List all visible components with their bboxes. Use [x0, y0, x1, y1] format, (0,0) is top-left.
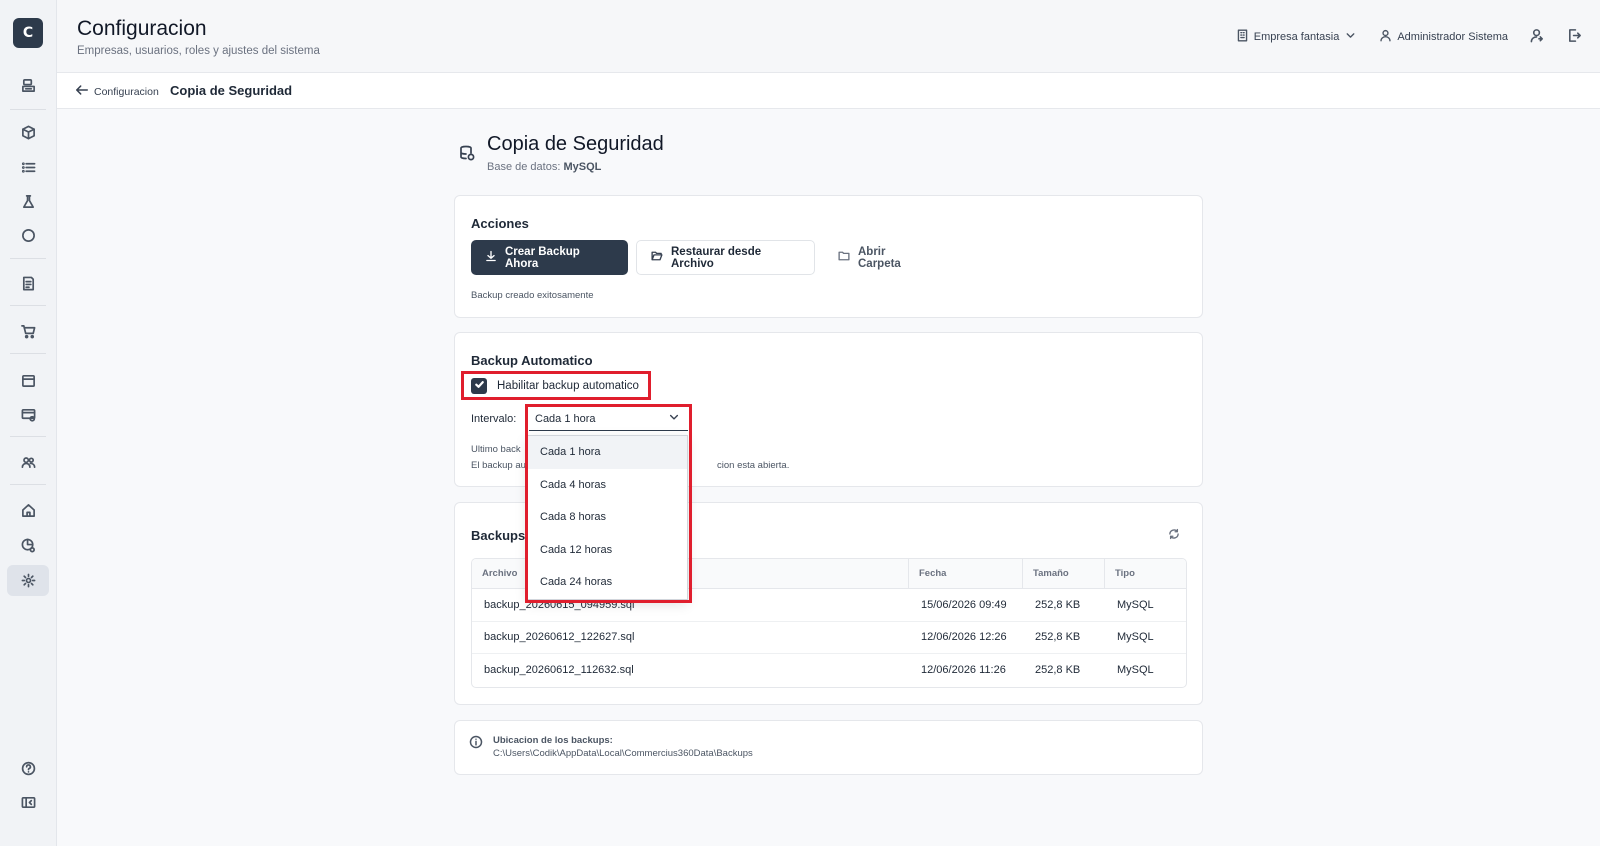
- folder-icon: [838, 250, 850, 265]
- breadcrumb-parent: Configuracion: [94, 85, 159, 98]
- actions-title: Acciones: [471, 216, 529, 231]
- user-switch-icon: [1530, 28, 1545, 46]
- sidebar-divider: [10, 436, 46, 437]
- company-selector[interactable]: Empresa fantasia: [1236, 29, 1358, 45]
- box-icon[interactable]: [14, 118, 42, 146]
- breadcrumb: Configuracion Copia de Seguridad: [57, 73, 1600, 109]
- cell-tamano: 252,8 KB: [1035, 631, 1081, 644]
- circle-icon[interactable]: [14, 221, 42, 249]
- gear-icon[interactable]: [7, 565, 49, 596]
- highlight-box-interval: [525, 404, 692, 603]
- restore-backup-label: Restaurar desde Archivo: [671, 245, 762, 270]
- sidebar: C: [0, 0, 57, 846]
- user-icon: [1379, 29, 1392, 45]
- top-header: Configuracion Empresas, usuarios, roles …: [57, 0, 1600, 73]
- database-info: Base de datos: MySQL: [487, 161, 601, 173]
- header-title: Configuracion: [77, 17, 207, 40]
- refresh-button[interactable]: [1168, 527, 1180, 545]
- column-fecha[interactable]: Fecha: [909, 559, 1023, 588]
- location-title: Ubicacion de los backups:: [493, 735, 613, 746]
- info-icon: [469, 735, 483, 754]
- db-value: MySQL: [563, 161, 602, 173]
- cell-tipo: MySQL: [1117, 631, 1154, 644]
- open-folder-label: Abrir Carpeta: [858, 245, 901, 270]
- header-subtitle: Empresas, usuarios, roles y ajustes del …: [77, 45, 320, 57]
- location-card: Ubicacion de los backups: C:\Users\Codik…: [454, 720, 1203, 775]
- open-folder-button[interactable]: Abrir Carpeta: [824, 240, 944, 275]
- list-icon[interactable]: [14, 153, 42, 181]
- create-backup-button[interactable]: Crear Backup Ahora: [471, 240, 628, 275]
- location-path: C:\Users\Codik\AppData\Local\Commercius3…: [493, 748, 753, 759]
- sidebar-divider: [10, 484, 46, 485]
- cell-archivo: backup_20260612_122627.sql: [484, 631, 635, 644]
- breadcrumb-current: Copia de Seguridad: [170, 83, 293, 98]
- cell-tipo: MySQL: [1117, 664, 1154, 677]
- backups-title: Backups: [471, 528, 526, 543]
- cell-fecha: 15/06/2026 09:49: [921, 598, 1007, 611]
- user-name: Administrador Sistema: [1397, 31, 1508, 43]
- sidebar-toggle-icon[interactable]: [14, 788, 42, 816]
- table-row[interactable]: backup_20260612_122627.sql 12/06/2026 12…: [472, 622, 1186, 654]
- folder-open-icon: [651, 250, 663, 265]
- backup-status-message: Backup creado exitosamente: [471, 290, 594, 301]
- auto-backup-note-end: cion esta abierta.: [717, 460, 790, 471]
- auto-backup-note-start: El backup au: [471, 460, 526, 471]
- logout-icon: [1567, 28, 1582, 46]
- database-settings-icon: [459, 145, 475, 166]
- chevron-down-icon: [1344, 29, 1357, 45]
- cell-fecha: 12/06/2026 11:26: [921, 664, 1006, 677]
- highlight-box-checkbox: [461, 371, 651, 400]
- interval-label: Intervalo:: [471, 413, 517, 425]
- page-title: Copia de Seguridad: [487, 133, 664, 155]
- sidebar-divider: [10, 305, 46, 306]
- help-icon[interactable]: [14, 754, 42, 782]
- user-menu[interactable]: Administrador Sistema: [1379, 29, 1508, 45]
- download-icon: [485, 250, 497, 265]
- card-settings-icon[interactable]: [14, 400, 42, 428]
- cell-tipo: MySQL: [1117, 598, 1154, 611]
- db-label: Base de datos:: [487, 161, 561, 173]
- actions-card: Acciones Crear Backup Ahora Restaurar de…: [454, 195, 1203, 318]
- sidebar-divider: [10, 109, 46, 110]
- cell-archivo: backup_20260612_112632.sql: [484, 664, 634, 677]
- arrow-left-icon: [75, 83, 89, 100]
- cashier-icon[interactable]: [14, 71, 42, 99]
- last-backup-note: Ultimo back: [471, 444, 521, 455]
- building-icon: [1236, 29, 1249, 45]
- sidebar-divider: [10, 353, 46, 354]
- users-icon[interactable]: [14, 448, 42, 476]
- refresh-icon: [1168, 527, 1180, 544]
- auto-backup-title: Backup Automatico: [471, 353, 593, 368]
- home-icon[interactable]: [14, 496, 42, 524]
- create-backup-label: Crear Backup Ahora: [505, 245, 580, 270]
- restore-backup-button[interactable]: Restaurar desde Archivo: [636, 240, 815, 275]
- app-logo[interactable]: C: [13, 18, 43, 48]
- receipt-icon[interactable]: [14, 269, 42, 297]
- cart-icon[interactable]: [14, 317, 42, 345]
- sidebar-divider: [10, 258, 46, 259]
- company-name: Empresa fantasia: [1253, 31, 1340, 43]
- column-tipo[interactable]: Tipo: [1105, 559, 1186, 588]
- header-actions: Empresa fantasia Administrador Sistema: [1236, 28, 1582, 46]
- chart-settings-icon[interactable]: [14, 531, 42, 559]
- switch-user-button[interactable]: [1530, 28, 1545, 46]
- logout-button[interactable]: [1567, 28, 1582, 46]
- cell-tamano: 252,8 KB: [1035, 664, 1081, 677]
- cell-fecha: 12/06/2026 12:26: [921, 631, 1007, 644]
- cell-tamano: 252,8 KB: [1035, 598, 1081, 611]
- breadcrumb-back-link[interactable]: Configuracion: [75, 83, 159, 100]
- flask-icon[interactable]: [14, 187, 42, 215]
- calendar-icon[interactable]: [14, 366, 42, 394]
- table-row[interactable]: backup_20260612_112632.sql 12/06/2026 11…: [472, 654, 1186, 687]
- column-tamano[interactable]: Tamaño: [1023, 559, 1105, 588]
